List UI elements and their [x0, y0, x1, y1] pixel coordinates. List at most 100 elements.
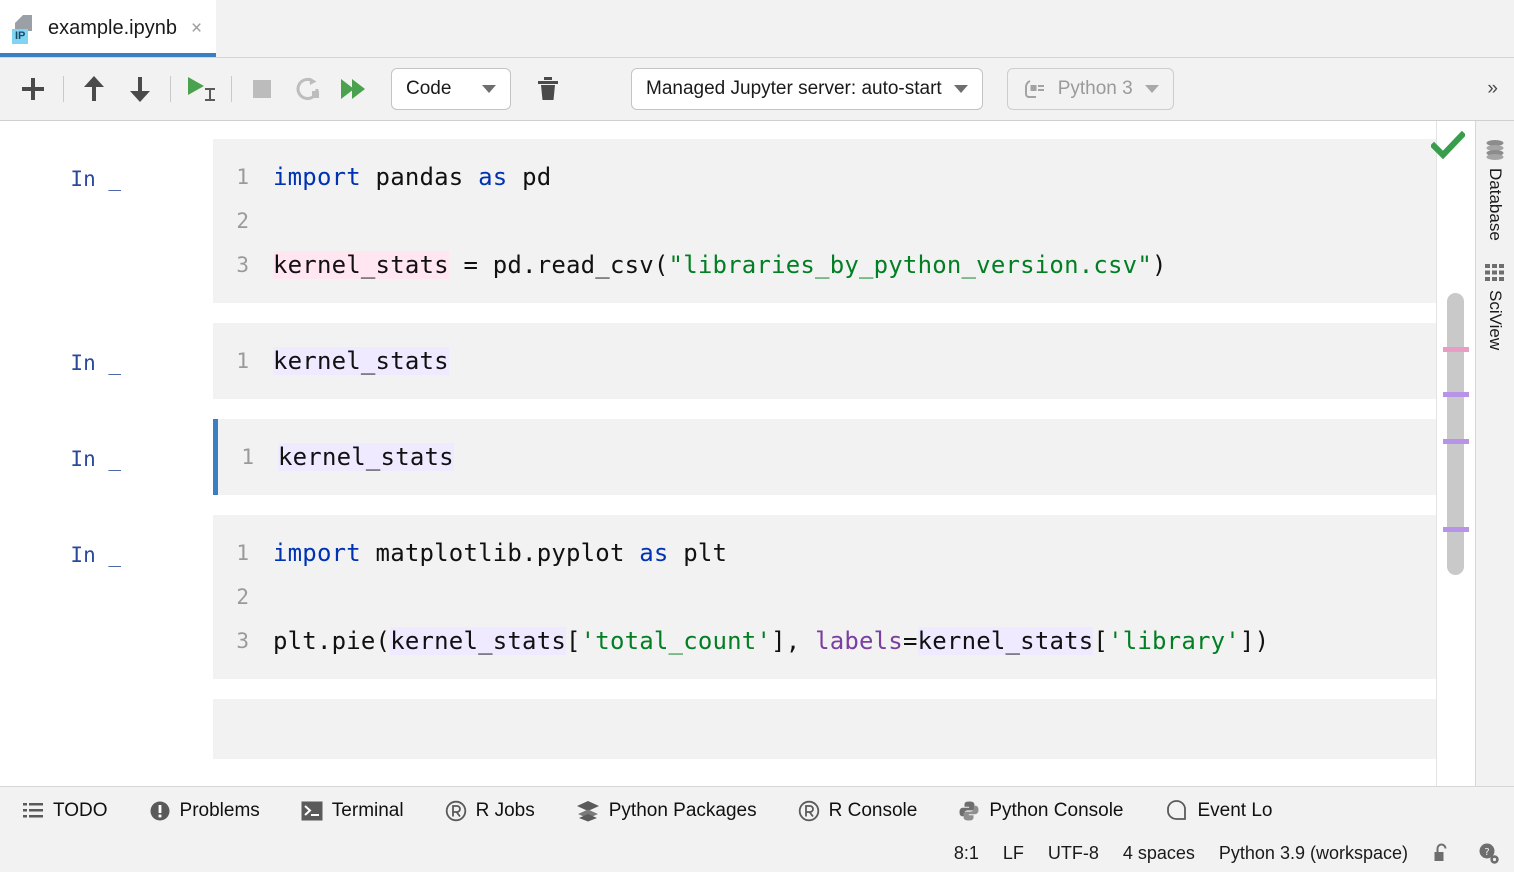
line-number: 2 [213, 575, 273, 619]
problems-warning-icon [149, 800, 171, 822]
cell-prompt: In _ [70, 543, 121, 567]
code-line: 1 import matplotlib.pyplot as plt [213, 531, 1437, 575]
stop-icon [249, 76, 275, 102]
cell-source-editor[interactable]: 1 kernel_stats [213, 323, 1437, 399]
cell-type-dropdown[interactable]: Code [391, 68, 511, 110]
cell-source-editor[interactable]: 1 import pandas as pd 2 3 kernel_stats =… [213, 139, 1437, 303]
todo-list-icon [22, 801, 44, 821]
occurrence-marker[interactable] [1443, 527, 1469, 532]
tool-window-button-event-log[interactable]: Event Lo [1165, 800, 1294, 822]
tool-window-button-r-jobs[interactable]: R Jobs [445, 800, 556, 822]
cell-source-editor[interactable]: 1 kernel_stats [213, 419, 1437, 495]
restart-icon [293, 74, 323, 104]
tool-window-button-sciview[interactable]: SciView [1484, 263, 1506, 350]
notebook-cell[interactable]: In _ 1 import pandas as pd 2 [0, 139, 1475, 303]
tool-window-label: Problems [180, 800, 260, 822]
tool-window-label: SciView [1485, 290, 1505, 350]
ide-window: IP example.ipynb × [0, 0, 1514, 872]
editor-scrollbar[interactable] [1436, 121, 1475, 786]
run-all-button[interactable] [331, 67, 377, 111]
move-cell-up-button[interactable] [71, 67, 117, 111]
occurrence-marker[interactable] [1443, 439, 1469, 444]
editor-tab-example-ipynb[interactable]: IP example.ipynb × [0, 0, 216, 57]
tool-window-label: Database [1485, 168, 1505, 241]
tool-window-button-python-packages[interactable]: Python Packages [576, 800, 778, 822]
notebook-cell-list: In _ 1 import pandas as pd 2 [0, 121, 1475, 786]
line-number: 1 [218, 435, 278, 479]
cell-source-editor[interactable]: 1 import matplotlib.pyplot as plt 2 3 pl… [213, 515, 1437, 679]
notebook-cell[interactable]: In _ 1 import matplotlib.pyplot as plt 2 [0, 515, 1475, 679]
kernel-label: Python 3 [1058, 78, 1133, 100]
trash-icon [535, 74, 561, 104]
jupyter-server-dropdown[interactable]: Managed Jupyter server: auto-start [631, 68, 983, 110]
code-text: import matplotlib.pyplot as plt [273, 531, 727, 575]
add-cell-button[interactable] [10, 67, 56, 111]
tool-window-label: Python Packages [609, 800, 757, 822]
cell-gutter: In _ [0, 419, 213, 495]
notebook-toolbar: Code Managed Jupyter server: auto-start [0, 58, 1514, 121]
tool-window-button-terminal[interactable]: Terminal [301, 800, 425, 822]
chevron-down-icon [482, 85, 496, 93]
occurrence-marker[interactable] [1443, 392, 1469, 397]
cell-type-label: Code [406, 78, 451, 100]
close-icon[interactable]: × [191, 19, 202, 38]
terminal-icon [301, 801, 323, 821]
python-icon [958, 800, 980, 822]
status-encoding[interactable]: UTF-8 [1048, 843, 1099, 864]
code-line: 2 [213, 575, 1437, 619]
cell-prompt: In _ [70, 351, 121, 375]
notebook-cell[interactable]: In _ 1 kernel_stats [0, 323, 1475, 399]
status-interpreter[interactable]: Python 3.9 (workspace) [1219, 843, 1408, 864]
move-cell-down-button[interactable] [117, 67, 163, 111]
status-indent[interactable]: 4 spaces [1123, 843, 1195, 864]
tool-window-label: Terminal [332, 800, 404, 822]
status-bar: 8:1 LF UTF-8 4 spaces Python 3.9 (worksp… [0, 834, 1514, 872]
restart-kernel-button[interactable] [285, 67, 331, 111]
notebook-cell-selected[interactable]: In _ 1 kernel_stats [0, 419, 1475, 495]
packages-layers-icon [576, 800, 600, 822]
ide-body: In _ 1 import pandas as pd 2 [0, 121, 1514, 786]
editor-tab-title: example.ipynb [48, 17, 177, 40]
cell-gutter [0, 699, 213, 759]
tool-window-button-python-console[interactable]: Python Console [958, 800, 1144, 822]
inspection-settings-icon[interactable]: ? [1476, 841, 1500, 865]
scrollbar-thumb[interactable] [1447, 293, 1464, 575]
cell-source-editor[interactable] [213, 699, 1437, 759]
tool-window-button-r-console[interactable]: R Console [798, 800, 939, 822]
run-cell-button[interactable] [178, 67, 224, 111]
sciview-grid-icon [1484, 263, 1506, 283]
cell-prompt: In _ [70, 447, 121, 471]
toolbar-overflow-button[interactable]: » [1483, 78, 1500, 100]
inspection-status-ok-icon[interactable] [1431, 131, 1465, 161]
delete-cell-button[interactable] [525, 67, 571, 111]
tool-window-button-problems[interactable]: Problems [149, 800, 281, 822]
tool-window-button-todo[interactable]: TODO [22, 800, 129, 822]
notebook-cell[interactable] [0, 699, 1475, 759]
tool-window-button-database[interactable]: Database [1484, 139, 1506, 241]
plus-icon [19, 75, 47, 103]
run-all-icon [337, 74, 371, 104]
occurrence-marker[interactable] [1443, 347, 1469, 352]
code-line: 1 kernel_stats [213, 339, 1437, 383]
interrupt-kernel-button[interactable] [239, 67, 285, 111]
toolbar-separator [63, 76, 64, 102]
editor-tab-bar: IP example.ipynb × [0, 0, 1514, 58]
code-text: kernel_stats [278, 435, 454, 479]
svg-text:?: ? [1484, 847, 1489, 858]
arrow-up-icon [81, 74, 107, 104]
code-line: 3 kernel_stats = pd.read_csv("libraries_… [213, 243, 1437, 287]
status-caret-position[interactable]: 8:1 [954, 843, 979, 864]
tool-window-label: TODO [53, 800, 108, 822]
notebook-editor[interactable]: In _ 1 import pandas as pd 2 [0, 121, 1475, 786]
tool-window-label: R Console [829, 800, 918, 822]
code-text: kernel_stats [273, 339, 449, 383]
unlocked-padlock-icon[interactable] [1432, 842, 1452, 864]
database-icon [1484, 139, 1506, 161]
kernel-dropdown[interactable]: Python 3 [1007, 68, 1174, 110]
event-log-icon [1165, 800, 1189, 822]
selected-cell-indicator [213, 419, 218, 495]
line-number: 1 [213, 155, 273, 199]
cell-gutter: In _ [0, 323, 213, 399]
line-number: 1 [213, 339, 273, 383]
status-line-separator[interactable]: LF [1003, 843, 1024, 864]
